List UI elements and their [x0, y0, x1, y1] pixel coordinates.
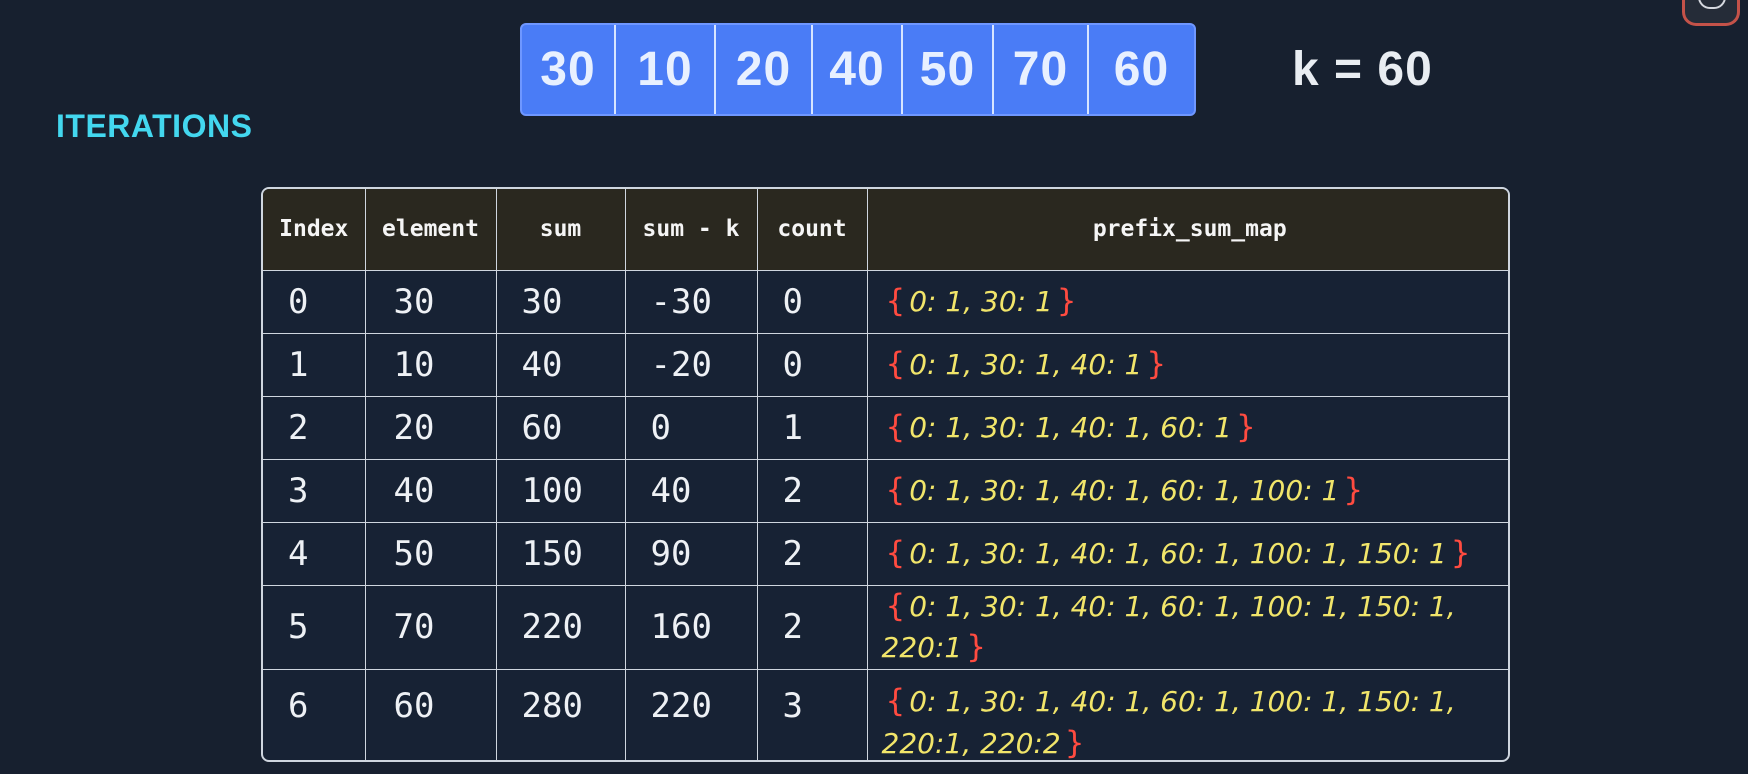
- cell-count: 2: [757, 459, 868, 523]
- cell-sum-minus-k: -20: [625, 333, 758, 397]
- open-brace-icon: {: [885, 534, 906, 571]
- array-cell: 40: [813, 25, 903, 114]
- cell-prefix-sum-map: {0: 1, 30: 1}: [867, 270, 1508, 334]
- cell-sum: 40: [496, 333, 626, 397]
- array-cell: 30: [522, 25, 616, 114]
- map-contents: 0: 1, 30: 1: [909, 284, 1053, 318]
- cell-element: 70: [365, 585, 497, 671]
- header-sum: sum: [496, 189, 626, 271]
- cell-sum-minus-k: 220: [625, 669, 758, 760]
- cell-sum-minus-k: 160: [625, 585, 758, 671]
- open-brace-icon: {: [885, 471, 906, 508]
- close-brace-icon: }: [1235, 408, 1256, 445]
- cell-sum: 100: [496, 459, 626, 523]
- open-brace-icon: {: [885, 587, 906, 624]
- table-row: 1 10 40 -20 0 {0: 1, 30: 1, 40: 1}: [263, 333, 1508, 397]
- k-value-label: k = 60: [1292, 43, 1433, 96]
- cell-count: 1: [757, 396, 868, 460]
- cell-sum-minus-k: 40: [625, 459, 758, 523]
- cell-sum-minus-k: 90: [625, 522, 758, 586]
- close-brace-icon: }: [966, 629, 986, 666]
- cell-element: 60: [365, 669, 497, 760]
- table-header-row: Index element sum sum - k count prefix_s…: [263, 189, 1508, 271]
- cell-index: 0: [263, 270, 366, 334]
- table-row: 5 70 220 160 2 {0: 1, 30: 1, 40: 1, 60: …: [263, 585, 1508, 671]
- section-title: ITERATIONS: [56, 108, 253, 144]
- cell-sum: 280: [496, 669, 626, 760]
- close-brace-icon: }: [1064, 725, 1085, 762]
- array-cell: 10: [616, 25, 716, 114]
- map-contents: 0: 1, 30: 1, 40: 1, 60: 1, 100: 1, 150: …: [881, 685, 1456, 761]
- close-brace-icon: }: [1146, 345, 1167, 382]
- table-row: 3 40 100 40 2 {0: 1, 30: 1, 40: 1, 60: 1…: [263, 459, 1508, 523]
- cell-element: 40: [365, 459, 497, 523]
- cell-sum-minus-k: 0: [625, 396, 758, 460]
- iterations-table: Index element sum sum - k count prefix_s…: [261, 187, 1510, 762]
- cell-element: 50: [365, 522, 497, 586]
- open-brace-icon: {: [885, 282, 906, 319]
- map-contents: 0: 1, 30: 1, 40: 1, 60: 1, 100: 1, 150: …: [909, 536, 1447, 570]
- cell-sum-minus-k: -30: [625, 270, 758, 334]
- cell-index: 6: [263, 669, 366, 760]
- map-contents: 0: 1, 30: 1, 40: 1, 60: 1: [909, 410, 1232, 444]
- array-cell: 70: [994, 25, 1089, 114]
- cell-count: 3: [757, 669, 868, 760]
- cell-count: 2: [757, 522, 868, 586]
- cell-index: 5: [263, 585, 366, 671]
- table-row: 2 20 60 0 1 {0: 1, 30: 1, 40: 1, 60: 1}: [263, 396, 1508, 460]
- cell-element: 20: [365, 396, 497, 460]
- table-row: 4 50 150 90 2 {0: 1, 30: 1, 40: 1, 60: 1…: [263, 522, 1508, 586]
- header-sum-minus-k: sum - k: [625, 189, 758, 271]
- cell-sum: 220: [496, 585, 626, 671]
- cell-element: 10: [365, 333, 497, 397]
- array-cell: 20: [716, 25, 813, 114]
- cell-prefix-sum-map: {0: 1, 30: 1, 40: 1, 60: 1, 100: 1}: [867, 459, 1508, 523]
- cell-prefix-sum-map: {0: 1, 30: 1, 40: 1, 60: 1, 100: 1, 150:…: [867, 585, 1508, 671]
- cell-sum: 60: [496, 396, 626, 460]
- close-brace-icon: }: [1450, 534, 1471, 571]
- input-array: 30 10 20 40 50 70 60: [520, 23, 1196, 116]
- table-row: 0 30 30 -30 0 {0: 1, 30: 1}: [263, 270, 1508, 334]
- array-cell: 60: [1113, 43, 1170, 96]
- array-cell: 50: [903, 25, 994, 114]
- open-brace-icon: {: [885, 683, 906, 720]
- header-element: element: [365, 189, 497, 271]
- cell-index: 1: [263, 333, 366, 397]
- header-index: Index: [263, 189, 366, 271]
- open-brace-icon: {: [885, 345, 906, 382]
- cell-sum: 150: [496, 522, 626, 586]
- cell-count: 0: [757, 333, 868, 397]
- cell-count: 2: [757, 585, 868, 671]
- close-brace-icon: }: [1056, 282, 1077, 319]
- close-brace-icon: }: [1343, 471, 1364, 508]
- corner-logo-icon: [1682, 0, 1740, 26]
- cell-index: 4: [263, 522, 366, 586]
- map-contents: 0: 1, 30: 1, 40: 1: [909, 347, 1143, 381]
- cell-element: 30: [365, 270, 497, 334]
- cell-sum: 30: [496, 270, 626, 334]
- cell-count: 0: [757, 270, 868, 334]
- header-count: count: [757, 189, 868, 271]
- cell-prefix-sum-map: {0: 1, 30: 1, 40: 1, 60: 1}: [867, 396, 1508, 460]
- header-prefix-sum-map: prefix_sum_map: [867, 189, 1508, 271]
- cell-index: 3: [263, 459, 366, 523]
- open-brace-icon: {: [885, 408, 906, 445]
- cell-index: 2: [263, 396, 366, 460]
- map-contents: 0: 1, 30: 1, 40: 1, 60: 1, 100: 1: [909, 473, 1340, 507]
- cell-prefix-sum-map: {0: 1, 30: 1, 40: 1, 60: 1, 100: 1, 150:…: [867, 522, 1508, 586]
- table-row: 6 60 280 220 3 {0: 1, 30: 1, 40: 1, 60: …: [263, 669, 1508, 762]
- cell-prefix-sum-map: {0: 1, 30: 1, 40: 1}: [867, 333, 1508, 397]
- cell-prefix-sum-map: {0: 1, 30: 1, 40: 1, 60: 1, 100: 1, 150:…: [867, 670, 1508, 762]
